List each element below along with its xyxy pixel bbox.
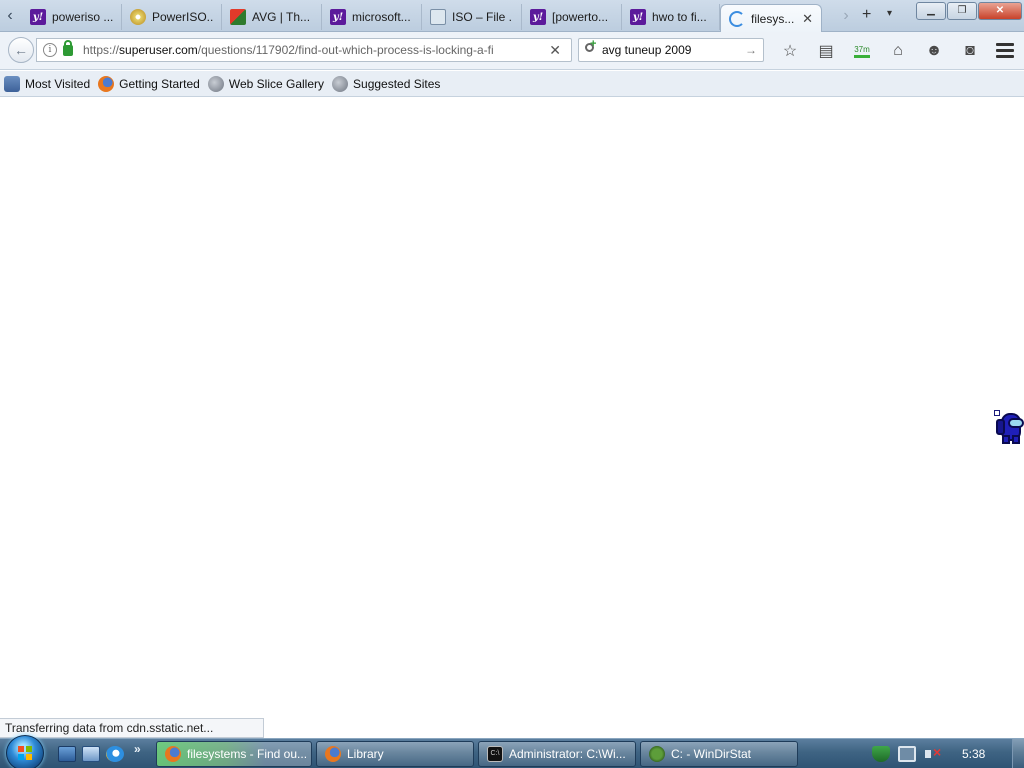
bookmarks-toolbar: Most Visited Getting Started Web Slice G…: [0, 71, 1024, 97]
taskbar-item-label: C: - WinDirStat: [671, 747, 752, 761]
globe-icon: [332, 75, 349, 92]
url-path: /questions/117902/find-out-which-process…: [197, 43, 494, 57]
tab-scroll-right-button[interactable]: ›: [836, 6, 856, 26]
navigation-toolbar: ← i https://superuser.com/questions/1179…: [0, 32, 1024, 70]
reading-list-icon[interactable]: ▤: [808, 39, 844, 63]
taskbar-item-windirstat[interactable]: C: - WinDirStat: [640, 741, 798, 767]
taskbar-item-label: Administrator: C:\Wi...: [509, 747, 626, 761]
loading-spinner-icon: [729, 10, 745, 27]
tab-close-icon[interactable]: ✕: [802, 11, 813, 27]
globe-icon: [207, 75, 224, 92]
bookmark-label: Getting Started: [119, 76, 200, 91]
hamburger-menu-button[interactable]: [996, 43, 1014, 61]
cd-icon: [130, 9, 146, 25]
windirstat-icon: [649, 746, 665, 762]
yahoo-icon: y!: [530, 9, 546, 25]
security-shield-icon[interactable]: [872, 746, 890, 762]
chat-icon[interactable]: ☻: [916, 39, 952, 63]
internet-explorer-icon[interactable]: [106, 746, 124, 762]
search-go-arrow-icon[interactable]: →: [745, 43, 757, 57]
firefox-icon: [165, 746, 181, 762]
most-visited-icon: [4, 75, 20, 92]
windows-taskbar: » filesystems - Find ou... Library C:\ A…: [0, 735, 1024, 768]
search-bar[interactable]: →: [578, 38, 764, 62]
tab-iso-file[interactable]: ISO – File ...: [422, 4, 522, 30]
show-desktop-button[interactable]: [1012, 739, 1024, 768]
url-text[interactable]: https://superuser.com/questions/117902/f…: [83, 43, 513, 57]
bookmark-web-slice-gallery[interactable]: Web Slice Gallery: [207, 75, 325, 92]
tab-title: poweriso ...: [52, 10, 113, 24]
system-clock[interactable]: 5:38: [962, 747, 985, 761]
back-arrow-icon: ←: [14, 42, 28, 58]
stop-loading-button[interactable]: ✕: [549, 42, 561, 59]
url-bar[interactable]: i https://superuser.com/questions/117902…: [36, 38, 572, 62]
tab-title: microsoft...: [352, 10, 411, 24]
document-icon: [430, 9, 446, 25]
tab-title: [powerto...: [552, 10, 609, 24]
tab-title: ISO – File ...: [452, 10, 513, 24]
status-panel: Transferring data from cdn.sstatic.net..…: [0, 718, 264, 738]
list-all-tabs-button[interactable]: ▾: [887, 8, 892, 19]
bookmark-suggested-sites[interactable]: Suggested Sites: [332, 75, 441, 92]
taskbar-item-command-prompt[interactable]: C:\ Administrator: C:\Wi...: [478, 741, 636, 767]
bookmark-most-visited[interactable]: Most Visited: [4, 75, 91, 92]
memory-monitor-icon[interactable]: 37m: [844, 39, 880, 63]
firefox-icon: [325, 746, 341, 762]
windows-explorer-icon[interactable]: [82, 746, 100, 762]
back-button[interactable]: ←: [8, 37, 34, 63]
bookmark-label: Web Slice Gallery: [228, 76, 325, 91]
toolbar-icons: ☆ ▤ 37m ⌂ ☻ ◙: [772, 39, 988, 63]
url-domain: superuser.com: [119, 43, 198, 57]
new-tab-button[interactable]: +: [862, 6, 871, 24]
yahoo-icon: y!: [30, 9, 46, 25]
taskbar-item-label: filesystems - Find ou...: [187, 747, 308, 761]
crewmate-sprite-icon: [994, 410, 1024, 444]
show-desktop-icon[interactable]: [58, 746, 76, 762]
avg-icon: [230, 9, 246, 25]
tab-avg[interactable]: AVG | Th...: [222, 4, 322, 30]
tab-title: AVG | Th...: [252, 10, 311, 24]
page-content-blank: [0, 98, 1024, 738]
quick-launch: [58, 746, 124, 762]
secure-lock-icon: [63, 39, 73, 56]
bookmark-label: Most Visited: [25, 76, 91, 91]
taskbar-item-library[interactable]: Library: [316, 741, 474, 767]
taskbar-item-label: Library: [347, 747, 384, 761]
tab-scroll-left-button[interactable]: ‹: [0, 6, 20, 26]
tab-powertoys[interactable]: y! [powerto...: [522, 4, 622, 30]
tab-poweriso[interactable]: y! poweriso ...: [22, 4, 122, 30]
close-window-button[interactable]: ✕: [978, 2, 1022, 20]
bookmark-getting-started[interactable]: Getting Started: [98, 75, 200, 92]
bookmark-star-icon[interactable]: ☆: [772, 39, 808, 63]
tab-strip: ‹ y! poweriso ... PowerISO... AVG | Th..…: [0, 0, 1024, 32]
tab-microsoft[interactable]: y! microsoft...: [322, 4, 422, 30]
search-input[interactable]: [602, 43, 742, 57]
tab-filesystems-active[interactable]: filesys... ✕: [720, 4, 822, 32]
pocket-icon[interactable]: ◙: [952, 39, 988, 63]
firefox-icon: [98, 75, 115, 92]
taskbar-item-firefox-filesystems[interactable]: filesystems - Find ou...: [156, 741, 312, 767]
yahoo-icon: y!: [330, 9, 346, 25]
url-prefix: https://: [83, 43, 120, 57]
memory-indicator-label: 37m: [854, 45, 870, 58]
yahoo-icon: y!: [630, 9, 646, 25]
search-engine-icon[interactable]: [584, 38, 600, 58]
system-tray: 5:38: [864, 739, 1024, 768]
tab-hwo-to-find[interactable]: y! hwo to fi...: [622, 4, 720, 30]
tab-title: hwo to fi...: [652, 10, 707, 24]
cmd-icon: C:\: [487, 746, 503, 762]
network-icon[interactable]: [898, 746, 916, 762]
restore-button[interactable]: ❐: [947, 2, 977, 20]
tab-poweriso-site[interactable]: PowerISO...: [122, 4, 222, 30]
volume-muted-icon[interactable]: [924, 744, 942, 762]
quick-launch-overflow-icon[interactable]: »: [134, 742, 141, 756]
site-info-icon[interactable]: i: [43, 43, 57, 57]
minimize-button[interactable]: ▁: [916, 2, 946, 20]
window-controls: ▁ ❐ ✕: [916, 2, 1022, 20]
tab-title: PowerISO...: [152, 10, 213, 24]
bookmark-label: Suggested Sites: [353, 76, 441, 91]
start-button[interactable]: [6, 735, 44, 768]
home-icon[interactable]: ⌂: [880, 39, 916, 63]
tab-title: filesys...: [751, 11, 795, 26]
